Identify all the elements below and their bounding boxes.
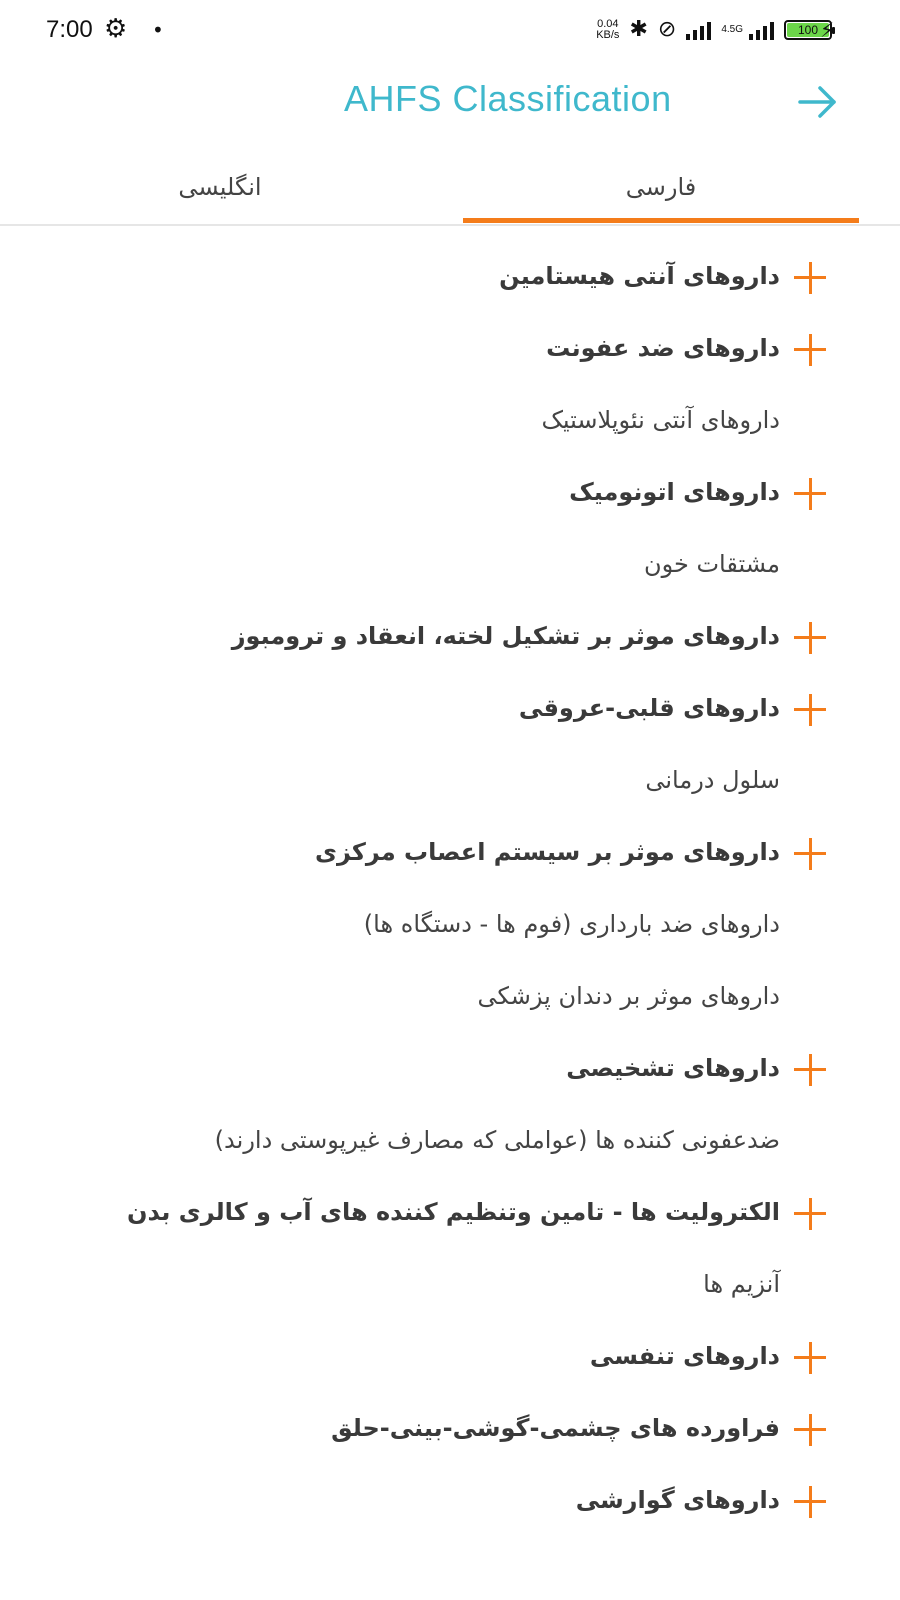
list-item[interactable]: داروهای ضد بارداری (فوم ها - دستگاه ها)	[364, 888, 780, 960]
network-speed: 0.04 KB/s	[596, 18, 620, 41]
list-item[interactable]: داروهای تشخیصی	[566, 1032, 826, 1104]
list-item[interactable]: داروهای آنتی هیستامین	[499, 240, 826, 312]
list-item[interactable]: داروهای اتونومیک	[569, 456, 826, 528]
tab-persian[interactable]: فارسی	[463, 150, 859, 224]
bluetooth-icon: ✱	[629, 17, 648, 42]
expand-plus-icon[interactable]	[794, 1054, 826, 1086]
list-item[interactable]: داروهای قلبی-عروقی	[519, 672, 826, 744]
list-item[interactable]: الکترولیت ها - تامین وتنظیم کننده های آب…	[127, 1176, 826, 1248]
page-title: AHFS Classification	[344, 78, 672, 119]
list-item[interactable]: سلول درمانی	[645, 744, 780, 816]
expand-plus-icon[interactable]	[794, 478, 826, 510]
signal-strength-icon	[686, 20, 712, 40]
notification-dot-icon: •	[152, 18, 164, 42]
list-item[interactable]: داروهای موثر بر تشکیل لخته، انعقاد و ترو…	[232, 600, 826, 672]
tab-english[interactable]: انگلیسی	[22, 150, 418, 224]
list-item[interactable]: فراورده های چشمی-گوشی-بینی-حلق	[331, 1392, 826, 1464]
expand-plus-icon[interactable]	[794, 1486, 826, 1518]
expand-plus-icon[interactable]	[794, 262, 826, 294]
expand-plus-icon[interactable]	[794, 838, 826, 870]
list-item[interactable]: مشتقات خون	[644, 528, 780, 600]
language-tabs: انگلیسی فارسی	[0, 150, 900, 226]
list-item[interactable]: داروهای موثر بر سیستم اعصاب مرکزی	[315, 816, 826, 888]
status-bar: 7:00 ⚙ • 0.04 KB/s ✱ ⊘ 4.5G 100 ⚡	[0, 0, 900, 64]
active-tab-indicator	[463, 218, 859, 223]
forward-arrow-icon[interactable]	[796, 82, 840, 122]
status-icons: 0.04 KB/s ✱ ⊘ 4.5G 100	[596, 17, 835, 42]
expand-plus-icon[interactable]	[794, 622, 826, 654]
link-icon: ⊘	[657, 17, 677, 42]
list-item[interactable]: ضدعفونی کننده ها (عواملی که مصارف غیرپوس…	[215, 1104, 780, 1176]
expand-plus-icon[interactable]	[794, 1414, 826, 1446]
list-item[interactable]: داروهای گوارشی	[576, 1464, 826, 1536]
expand-plus-icon[interactable]	[794, 694, 826, 726]
network-type: 4.5G	[721, 24, 743, 35]
signal-strength-2-icon	[749, 20, 774, 40]
charging-bolt-icon: ⚡	[819, 18, 834, 42]
expand-plus-icon[interactable]	[794, 334, 826, 366]
settings-gear-icon: ⚙	[104, 14, 128, 44]
expand-plus-icon[interactable]	[794, 1198, 826, 1230]
status-time: 7:00	[46, 16, 93, 43]
list-item[interactable]: داروهای تنفسی	[590, 1320, 826, 1392]
list-item[interactable]: آنزیم ها	[703, 1248, 780, 1320]
list-item[interactable]: داروهای ضد عفونت	[546, 312, 826, 384]
list-item[interactable]: داروهای آنتی نئوپلاستیک	[541, 384, 780, 456]
list-item[interactable]: داروهای موثر بر دندان پزشکی	[478, 960, 780, 1032]
expand-plus-icon[interactable]	[794, 1342, 826, 1374]
